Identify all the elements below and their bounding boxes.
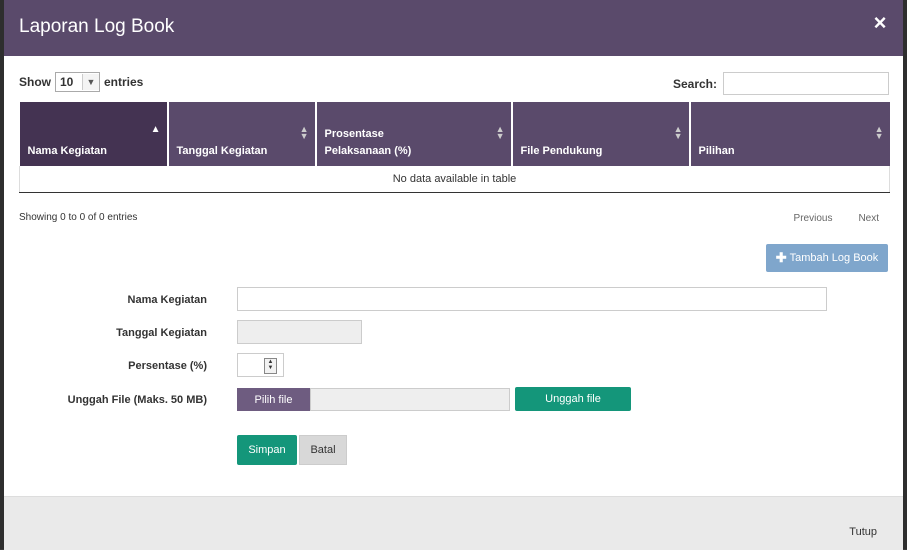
column-header-tanggal-kegiatan[interactable]: Tanggal Kegiatan ▲ ▼	[167, 102, 317, 166]
add-logbook-label: Tambah Log Book	[789, 252, 879, 264]
column-label: Prosentase Pelaksanaan (%)	[324, 128, 412, 157]
sort-asc-icon: ▲	[150, 124, 161, 135]
upload-file-label: Unggah File (Maks. 50 MB)	[67, 394, 207, 406]
column-label: Pilihan	[698, 145, 735, 157]
column-label: Nama Kegiatan	[27, 145, 107, 157]
close-button[interactable]: Tutup	[849, 526, 877, 538]
column-header-file-pendukung[interactable]: File Pendukung ▲ ▼	[511, 102, 691, 166]
previous-button[interactable]: Previous	[794, 213, 833, 224]
persentase-label: Persentase (%)	[128, 360, 207, 372]
search-label: Search:	[672, 76, 717, 91]
next-button[interactable]: Next	[858, 213, 879, 224]
persentase-stepper[interactable]: ▲ ▼	[237, 353, 284, 377]
add-logbook-button[interactable]: ✚ Tambah Log Book	[766, 244, 888, 272]
table-header-row: Nama Kegiatan ▲ Tanggal Kegiatan ▲ ▼ Pros…	[19, 102, 890, 166]
backdrop-right	[903, 0, 907, 549]
show-label: Show	[19, 75, 51, 89]
entries-select[interactable]: 10 ▼	[55, 72, 100, 92]
modal-header: Laporan Log Book ×	[4, 0, 903, 56]
file-name-field[interactable]	[310, 388, 510, 411]
sort-both-icon: ▲ ▼	[874, 124, 884, 141]
modal-footer: Tutup	[4, 496, 903, 550]
modal-title: Laporan Log Book	[19, 16, 175, 37]
sort-both-icon: ▲ ▼	[299, 124, 309, 141]
tanggal-kegiatan-input[interactable]	[237, 320, 362, 344]
entries-value: 10	[60, 75, 74, 89]
search-input[interactable]	[723, 72, 889, 95]
nama-kegiatan-label: Nama Kegiatan	[127, 294, 207, 306]
sort-both-icon: ▲ ▼	[673, 124, 683, 141]
chevron-down-icon: ▼	[82, 74, 99, 90]
column-label: Tanggal Kegiatan	[176, 145, 268, 157]
empty-message: No data available in table	[19, 166, 890, 193]
upload-file-button[interactable]: Unggah file	[515, 387, 631, 411]
plus-icon: ✚	[775, 250, 787, 265]
sort-both-icon: ▲ ▼	[495, 124, 505, 141]
nama-kegiatan-input[interactable]	[237, 287, 827, 311]
table-info: Showing 0 to 0 of 0 entries	[19, 212, 138, 223]
column-header-prosentase[interactable]: Prosentase Pelaksanaan (%) ▲ ▼	[315, 102, 513, 166]
column-header-pilihan[interactable]: Pilihan ▲ ▼	[689, 102, 890, 166]
logbook-modal: Laporan Log Book × Show 10 ▼ entries Sea…	[4, 0, 903, 550]
column-label: File Pendukung	[520, 145, 603, 157]
table-row-empty: No data available in table	[19, 166, 890, 193]
entries-length-control: Show 10 ▼ entries	[19, 72, 143, 92]
entries-label: entries	[104, 75, 144, 89]
close-icon[interactable]: ×	[869, 12, 891, 34]
spinner-arrows-icon[interactable]: ▲ ▼	[264, 358, 277, 374]
pick-file-button[interactable]: Pilih file	[237, 388, 310, 411]
search-control: Search:	[673, 72, 889, 95]
pagination: Previous Next	[794, 213, 879, 224]
column-header-nama-kegiatan[interactable]: Nama Kegiatan ▲	[19, 102, 169, 166]
logbook-table: Nama Kegiatan ▲ Tanggal Kegiatan ▲ ▼ Pros…	[19, 102, 890, 193]
save-button[interactable]: Simpan	[237, 435, 297, 465]
cancel-button[interactable]: Batal	[299, 435, 347, 465]
tanggal-kegiatan-label: Tanggal Kegiatan	[116, 327, 207, 339]
